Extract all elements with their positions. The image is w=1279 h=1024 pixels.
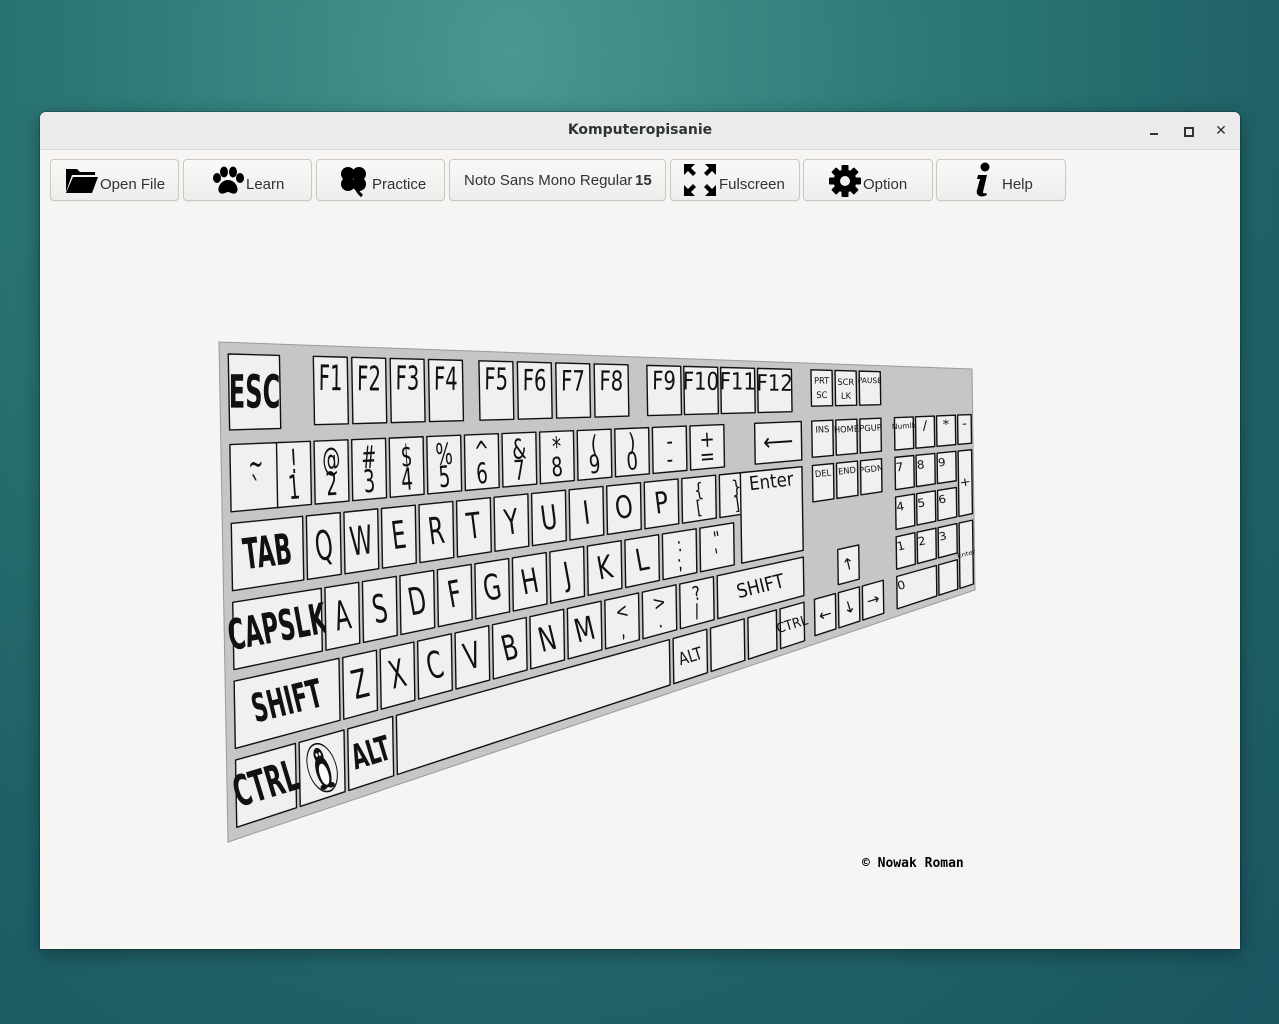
key-end-label: END: [838, 465, 857, 477]
key-rparen-bottom: 0: [625, 448, 639, 477]
key-num-subtract-label: -: [962, 417, 968, 431]
minimize-icon: [1150, 133, 1158, 135]
key-f12-label: F12: [756, 369, 792, 396]
key-plus-bottom: =: [699, 443, 716, 471]
key-super-right[interactable]: [747, 609, 778, 660]
close-icon: ✕: [1215, 123, 1227, 139]
minimize-button[interactable]: [1143, 120, 1165, 142]
key-amp-bottom: 7: [513, 454, 527, 487]
key-prtsc-bottom: SC: [816, 391, 827, 401]
key-f7-label: F7: [561, 364, 585, 398]
key-lparen-bottom: 9: [588, 450, 602, 481]
key-f11-label: F11: [720, 369, 756, 397]
key-f4-label: F4: [434, 361, 458, 399]
key-pgup-label: PGUP: [859, 422, 882, 433]
title-bar[interactable]: Komputeropisanie ✕: [40, 112, 1240, 150]
key-prtsc-top: PRT: [814, 376, 830, 387]
keyboard-image: ESC F1 F2 F3 F4 F5 F6 F7 F8 F9 F10 F11 F12~`!1@2#3$4…: [218, 341, 977, 843]
key-star-bottom: 8: [550, 452, 564, 483]
key-caret-bottom: 6: [475, 457, 489, 491]
key-num-9-label: 9: [937, 455, 946, 469]
close-button[interactable]: ✕: [1210, 120, 1232, 142]
copyright-text: © Nowak Roman: [862, 856, 964, 871]
key-delete-label: DEL: [814, 468, 831, 480]
key-f5-label: F5: [484, 362, 508, 398]
key-insert-label: INS: [815, 425, 829, 436]
key-f9-label: F9: [652, 367, 676, 396]
key-num-add-label: +: [959, 475, 972, 490]
key-num-7-label: 7: [895, 460, 904, 475]
keyboard-area: ESC F1 F2 F3 F4 F5 F6 F7 F8 F9 F10 F11 F12 ~ `! 1 @2 #3 $4…: [40, 150, 1240, 949]
key-num-decimal[interactable]: [937, 558, 959, 596]
key-f8-label: F8: [599, 365, 623, 397]
maximize-icon: [1184, 127, 1194, 137]
key-scrlk-top: SCR: [837, 377, 854, 387]
key-home-label: HOME: [834, 423, 860, 435]
key-f2-label: F2: [357, 358, 381, 399]
key-numlock-label: Numlk: [892, 421, 917, 431]
window-title: Komputeropisanie: [567, 122, 713, 138]
key-esc-label: ESC: [229, 365, 281, 419]
key-f3-label: F3: [395, 360, 419, 398]
key-pause-label: PAUSE: [858, 376, 883, 385]
key-num-8-label: 8: [916, 458, 925, 472]
key-f1-label: F1: [319, 358, 343, 399]
key-scrlk-bottom: LK: [841, 391, 852, 401]
key-f10-label: F10: [683, 367, 719, 396]
key-backspace-label: ⟵: [762, 427, 794, 457]
key-tab-label: TAB: [240, 525, 294, 581]
maximize-button[interactable]: [1177, 120, 1199, 142]
app-window: Komputeropisanie ✕ Open File Learn Pract…: [40, 112, 1240, 949]
key-f6-label: F6: [523, 363, 547, 397]
